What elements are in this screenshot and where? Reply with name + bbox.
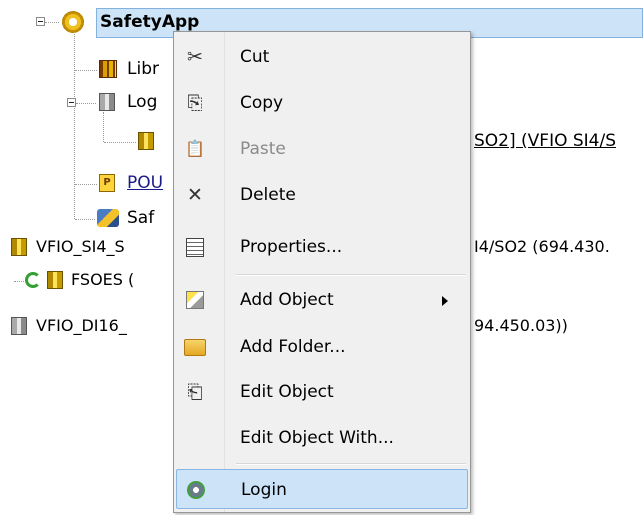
menu-item-edit-object-with[interactable]: Edit Object With... [176, 418, 468, 458]
menu-item-paste[interactable]: 📋 Paste [176, 129, 468, 169]
menu-item-label: Edit Object [240, 382, 334, 402]
tree-item-library[interactable]: Libr [127, 58, 159, 80]
tree-item-device-mapping[interactable]: SO2] (VFIO SI4/S [474, 130, 616, 152]
device-vfio-di16-right: 94.450.03)) [474, 316, 568, 335]
device-vfio-si4-right: I4/SO2 (694.430. [474, 237, 610, 256]
device-icon [11, 238, 27, 256]
tree-connector [75, 219, 95, 220]
sync-icon [25, 272, 41, 288]
menu-item-label: Properties... [240, 237, 343, 257]
device-vfio-di16-left[interactable]: VFIO_DI16_ [36, 315, 127, 337]
tree-connector [75, 184, 97, 185]
device-icon [47, 271, 63, 289]
paste-icon: 📋 [185, 139, 205, 158]
add-object-icon [184, 289, 206, 311]
menu-item-label: Edit Object With... [240, 428, 394, 448]
context-menu: ✂ Cut ⎘ Copy 📋 Paste ✕ Delete Properties… [173, 31, 471, 513]
menu-item-label: Copy [240, 93, 284, 113]
delete-icon: ✕ [187, 184, 203, 206]
menu-item-cut[interactable]: ✂ Cut [176, 37, 468, 77]
menu-item-delete[interactable]: ✕ Delete [176, 175, 468, 215]
tree-item-safety[interactable]: Saf [127, 207, 154, 229]
device-icon [138, 132, 154, 150]
login-icon [185, 479, 207, 501]
menu-item-add-folder[interactable]: Add Folder... [176, 327, 468, 367]
folder-icon [184, 336, 206, 358]
tree-connector [14, 281, 24, 282]
menu-item-label: Paste [240, 139, 286, 159]
menu-item-label: Add Object [240, 290, 334, 310]
library-icon [99, 60, 117, 78]
menu-separator [236, 463, 466, 465]
tree-item-logical[interactable]: Log [127, 91, 157, 113]
edit-object-icon: ⎗ [187, 381, 203, 403]
menu-item-label: Delete [240, 185, 296, 205]
tree-item-pou[interactable]: POU [127, 172, 163, 194]
tree-root-label[interactable]: SafetyApp [100, 11, 199, 33]
menu-item-edit-object[interactable]: ⎗ Edit Object [176, 372, 468, 412]
device-icon [11, 317, 27, 335]
menu-item-copy[interactable]: ⎘ Copy [176, 83, 468, 123]
copy-icon: ⎘ [187, 92, 203, 114]
menu-separator [236, 274, 466, 276]
tree-connector [74, 34, 75, 219]
menu-item-add-object[interactable]: Add Object [176, 280, 468, 320]
menu-item-label: Add Folder... [240, 337, 346, 357]
collapse-toggle[interactable] [36, 17, 45, 26]
gear-icon [62, 11, 84, 33]
submenu-arrow-icon [442, 296, 448, 306]
properties-icon [184, 236, 206, 258]
tree-connector [104, 142, 136, 143]
menu-item-properties[interactable]: Properties... [176, 227, 468, 267]
menu-item-label: Login [241, 480, 287, 500]
scissors-icon: ✂ [187, 46, 203, 68]
tree-connector [45, 22, 59, 23]
tree-connector [103, 112, 104, 142]
menu-item-login[interactable]: Login [176, 469, 468, 509]
menu-item-label: Cut [240, 47, 270, 67]
collapse-toggle[interactable] [67, 98, 76, 107]
tree-connector [75, 70, 97, 71]
device-fsoes[interactable]: FSOES ( [71, 269, 134, 291]
device-vfio-si4-left[interactable]: VFIO_SI4_S [36, 236, 125, 258]
safety-icon [97, 209, 119, 227]
logical-device-icon [99, 93, 115, 111]
tree-connector [76, 103, 96, 104]
pou-icon: P [99, 174, 115, 192]
